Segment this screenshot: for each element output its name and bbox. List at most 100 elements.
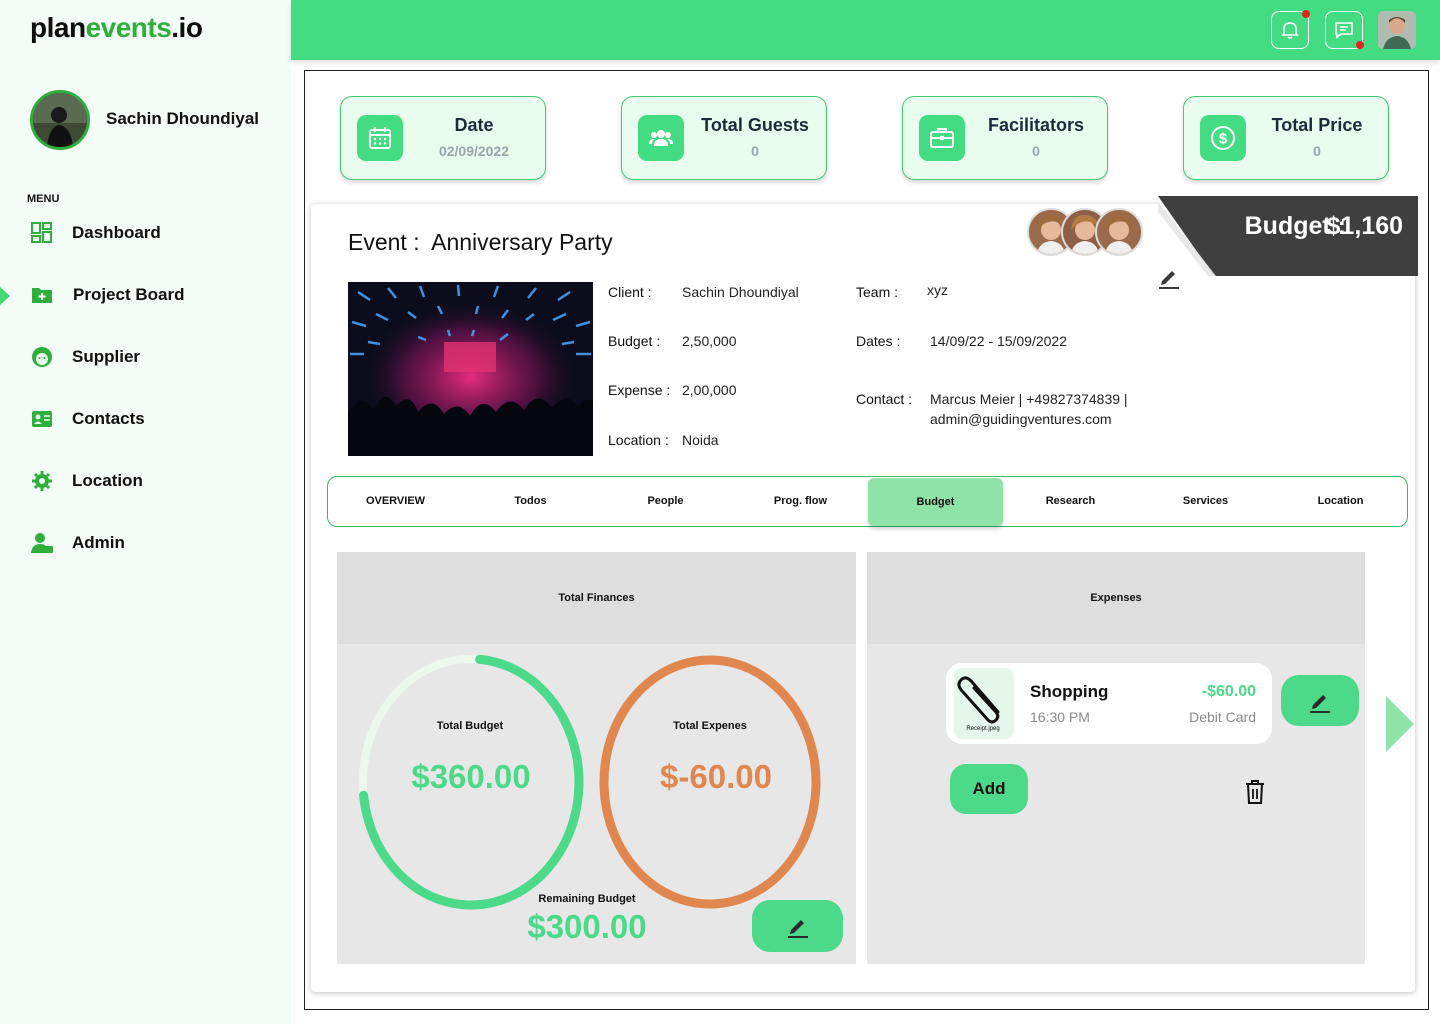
stat-card-date[interactable]: Date 02/09/2022 [340, 96, 546, 180]
event-title: Event : Anniversary Party [348, 229, 613, 256]
team-avatars[interactable] [1027, 208, 1145, 256]
calendar-icon [357, 115, 403, 161]
tab-overview[interactable]: OVERVIEW [328, 477, 463, 525]
guests-icon [638, 115, 684, 161]
supplier-face-icon [32, 347, 52, 367]
briefcase-icon [919, 115, 965, 161]
brand-part-io: .io [171, 12, 203, 43]
location-label: Location : [608, 432, 669, 448]
contact-value-line2: admin@guidingventures.com [930, 411, 1112, 427]
edit-expense-button[interactable] [1281, 675, 1359, 726]
tab-people[interactable]: People [598, 477, 733, 525]
top-bar [291, 0, 1440, 60]
team-label: Team : [856, 284, 899, 300]
paperclip-icon [957, 676, 1000, 724]
profile-avatar[interactable] [1378, 11, 1416, 49]
profile-avatar-image [1378, 11, 1416, 49]
tab-research[interactable]: Research [1003, 477, 1138, 525]
budget-banner: Budget : $1,160 [1158, 196, 1418, 276]
folder-add-icon [32, 288, 52, 303]
tab-prog-flow[interactable]: Prog. flow [733, 477, 868, 525]
sidebar-item-contacts[interactable]: Contacts [0, 399, 291, 439]
brand-part-plan: plan [30, 12, 86, 43]
stat-title: Total Guests [701, 115, 809, 135]
edit-finances-button[interactable] [752, 900, 843, 952]
add-expense-button[interactable]: Add [950, 764, 1028, 814]
sidebar-item-project-board[interactable]: Project Board [0, 275, 291, 315]
sidebar-item-label: Location [72, 471, 143, 490]
sidebar: planevents.io Sachin Dhoundiyal MENU Das… [0, 0, 291, 1024]
stat-card-total-guests[interactable]: Total Guests 0 [621, 96, 827, 180]
total-expense-value: $-60.00 [660, 758, 772, 795]
dates-value: 14/09/22 - 15/09/2022 [930, 333, 1068, 349]
stat-value: 0 [1313, 143, 1321, 159]
tab-services[interactable]: Services [1138, 477, 1273, 525]
sidebar-item-label: Contacts [72, 409, 145, 428]
remaining-budget-value: $300.00 [527, 908, 647, 945]
stat-title: Facilitators [987, 115, 1085, 135]
contact-value-line1: Marcus Meier | +49827374839 | [930, 391, 1128, 407]
stat-card-facilitators[interactable]: Facilitators 0 [902, 96, 1108, 180]
expense-method: Debit Card [1189, 709, 1256, 725]
trash-icon [1246, 780, 1264, 804]
pencil-icon [1159, 271, 1179, 289]
sidebar-item-label: Admin [72, 533, 125, 552]
chat-icon [1335, 22, 1353, 39]
message-badge [1356, 41, 1364, 49]
tab-todos[interactable]: Todos [463, 477, 598, 525]
expense-amount: -$60.00 [1201, 683, 1256, 700]
stat-title: Total Price [1271, 115, 1363, 135]
gear-location-icon [32, 471, 52, 491]
sidebar-item-label: Supplier [72, 347, 141, 366]
sidebar-item-label: Dashboard [72, 223, 161, 242]
receipt-filename: Receipt.jpeg [966, 726, 1000, 732]
total-finances-title: Total Finances [337, 552, 856, 644]
sidebar-item-label: Project Board [73, 285, 185, 304]
total-budget-value: $360.00 [411, 758, 531, 795]
stat-card-total-price[interactable]: $ Total Price 0 [1183, 96, 1389, 180]
dashboard-icon [31, 222, 52, 243]
team-value: xyz [927, 282, 948, 298]
client-value: Sachin Dhoundiyal [682, 284, 799, 300]
total-budget-label: Total Budget [436, 720, 504, 732]
menu-label: MENU [27, 193, 60, 205]
notification-badge [1302, 10, 1310, 18]
team-avatar [1095, 208, 1143, 256]
location-value: Noida [682, 432, 719, 448]
expense-label: Expense : [608, 382, 671, 398]
user-name: Sachin Dhoundiyal [106, 109, 260, 128]
expenses-panel: Expenses [867, 552, 1365, 964]
admin-user-icon [31, 533, 53, 553]
client-label: Client : [608, 284, 652, 300]
event-name: Anniversary Party [431, 229, 613, 255]
sidebar-item-dashboard[interactable]: Dashboard [0, 213, 291, 253]
dates-label: Dates : [856, 333, 901, 349]
brand-part-events: events [85, 12, 172, 43]
event-title-prefix: Event : [348, 229, 420, 255]
bell-icon [1281, 22, 1299, 39]
pencil-icon [787, 920, 808, 938]
sidebar-item-admin[interactable]: Admin [0, 523, 291, 563]
edit-event-button[interactable] [1157, 265, 1181, 289]
delete-expense-button[interactable] [1243, 778, 1267, 806]
stat-value: 02/09/2022 [438, 143, 510, 159]
user-avatar[interactable] [30, 90, 90, 150]
expense-time: 16:30 PM [1030, 709, 1090, 725]
total-expense-label: Total Expenes [673, 720, 747, 732]
sidebar-item-supplier[interactable]: Supplier [0, 337, 291, 377]
event-photo [348, 282, 593, 456]
svg-text:$: $ [1219, 131, 1228, 148]
user-avatar-image [33, 93, 87, 147]
sidebar-item-location[interactable]: Location [0, 461, 291, 501]
remaining-budget-label: Remaining Budget [538, 893, 636, 905]
tab-budget[interactable]: Budget [868, 478, 1003, 526]
next-expense-arrow[interactable] [1386, 696, 1414, 752]
budget-value: 2,50,000 [682, 333, 737, 349]
stat-title: Date [454, 115, 494, 135]
expenses-title: Expenses [867, 552, 1365, 644]
receipt-thumbnail[interactable]: Receipt.jpeg [954, 668, 1014, 739]
brand-logo[interactable]: planevents.io [30, 12, 203, 44]
tab-location[interactable]: Location [1273, 477, 1408, 525]
budget-banner-value: $1,160 [1327, 212, 1403, 240]
budget-label: Budget : [608, 333, 661, 349]
